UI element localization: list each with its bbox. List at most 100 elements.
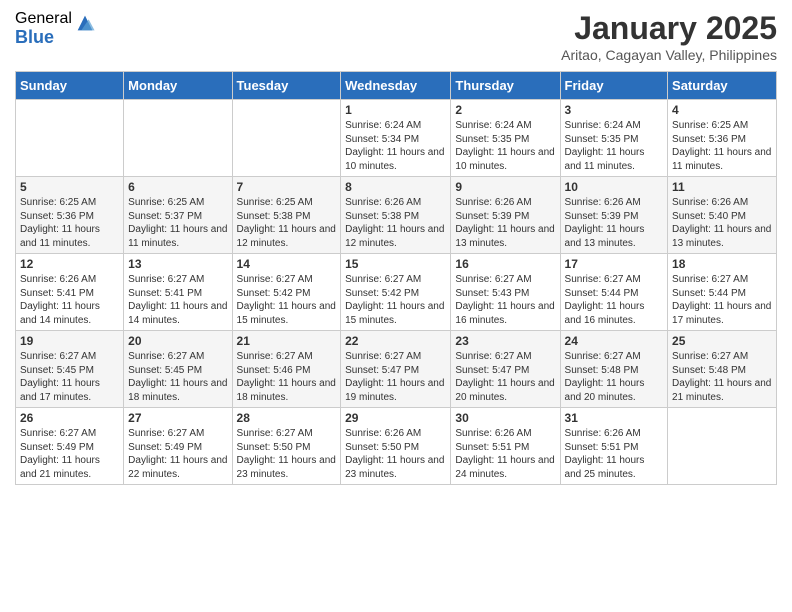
day-info: Sunrise: 6:26 AMSunset: 5:39 PMDaylight:… — [455, 196, 555, 250]
day-info: Sunrise: 6:25 AMSunset: 5:38 PMDaylight:… — [237, 196, 337, 250]
calendar-week-row: 12 Sunrise: 6:26 AMSunset: 5:41 PMDayligh… — [16, 254, 777, 331]
calendar-cell: 22Sunrise: 6:27 AMSunset: 5:47 PMDayligh… — [341, 331, 451, 408]
logo-blue: Blue — [15, 28, 72, 48]
day-info: Sunrise: 6:27 AMSunset: 5:49 PMDaylight:… — [128, 427, 227, 481]
day-number: 1 — [345, 103, 446, 117]
weekday-header: Friday — [560, 72, 668, 100]
day-number: 13 — [128, 257, 227, 271]
day-number: 9 — [455, 180, 555, 194]
day-info: Sunrise: 6:27 AMSunset: 5:47 PMDaylight:… — [455, 350, 555, 404]
weekday-header: Thursday — [451, 72, 560, 100]
day-number: 20 — [128, 334, 227, 348]
calendar-cell — [124, 100, 232, 177]
calendar-cell: 29 Sunrise: 6:26 AMSunset: 5:50 PMDayligh… — [341, 408, 451, 485]
calendar-week-row: 5 Sunrise: 6:25 AMSunset: 5:36 PMDaylight… — [16, 177, 777, 254]
day-number: 6 — [128, 180, 227, 194]
calendar-cell: 7 Sunrise: 6:25 AMSunset: 5:38 PMDaylight… — [232, 177, 341, 254]
calendar-cell: 24Sunrise: 6:27 AMSunset: 5:48 PMDayligh… — [560, 331, 668, 408]
day-info: Sunrise: 6:26 AMSunset: 5:39 PMDaylight:… — [565, 196, 664, 250]
day-number: 29 — [345, 411, 446, 425]
day-info: Sunrise: 6:27 AMSunset: 5:41 PMDaylight:… — [128, 273, 227, 327]
calendar-cell — [668, 408, 777, 485]
day-number: 31 — [565, 411, 664, 425]
logo: General Blue — [15, 10, 96, 47]
day-info: Sunrise: 6:27 AMSunset: 5:45 PMDaylight:… — [128, 350, 227, 404]
calendar-cell: 20 Sunrise: 6:27 AMSunset: 5:45 PMDayligh… — [124, 331, 232, 408]
weekday-header: Tuesday — [232, 72, 341, 100]
calendar-week-row: 26 Sunrise: 6:27 AMSunset: 5:49 PMDayligh… — [16, 408, 777, 485]
day-info: Sunrise: 6:25 AMSunset: 5:36 PMDaylight:… — [20, 196, 119, 250]
calendar-cell: 31Sunrise: 6:26 AMSunset: 5:51 PMDayligh… — [560, 408, 668, 485]
day-info: Sunrise: 6:25 AMSunset: 5:37 PMDaylight:… — [128, 196, 227, 250]
calendar-cell: 5 Sunrise: 6:25 AMSunset: 5:36 PMDaylight… — [16, 177, 124, 254]
day-info: Sunrise: 6:27 AMSunset: 5:43 PMDaylight:… — [455, 273, 555, 327]
logo-general: General — [15, 10, 72, 28]
page-header: General Blue January 2025 Aritao, Cagaya… — [15, 10, 777, 63]
day-info: Sunrise: 6:26 AMSunset: 5:40 PMDaylight:… — [672, 196, 772, 250]
calendar-cell: 14 Sunrise: 6:27 AMSunset: 5:42 PMDayligh… — [232, 254, 341, 331]
day-number: 3 — [565, 103, 664, 117]
day-number: 4 — [672, 103, 772, 117]
day-number: 17 — [565, 257, 664, 271]
day-number: 19 — [20, 334, 119, 348]
day-info: Sunrise: 6:24 AMSunset: 5:35 PMDaylight:… — [455, 119, 555, 173]
day-number: 5 — [20, 180, 119, 194]
calendar-cell: 13 Sunrise: 6:27 AMSunset: 5:41 PMDayligh… — [124, 254, 232, 331]
calendar-cell: 2 Sunrise: 6:24 AMSunset: 5:35 PMDaylight… — [451, 100, 560, 177]
calendar-cell: 4Sunrise: 6:25 AMSunset: 5:36 PMDaylight… — [668, 100, 777, 177]
day-number: 30 — [455, 411, 555, 425]
day-info: Sunrise: 6:27 AMSunset: 5:42 PMDaylight:… — [237, 273, 337, 327]
calendar-cell: 26 Sunrise: 6:27 AMSunset: 5:49 PMDayligh… — [16, 408, 124, 485]
calendar-week-row: 19 Sunrise: 6:27 AMSunset: 5:45 PMDayligh… — [16, 331, 777, 408]
day-number: 11 — [672, 180, 772, 194]
weekday-header: Monday — [124, 72, 232, 100]
calendar-cell: 23Sunrise: 6:27 AMSunset: 5:47 PMDayligh… — [451, 331, 560, 408]
day-number: 8 — [345, 180, 446, 194]
day-info: Sunrise: 6:27 AMSunset: 5:48 PMDaylight:… — [672, 350, 772, 404]
day-info: Sunrise: 6:27 AMSunset: 5:50 PMDaylight:… — [237, 427, 337, 481]
calendar-cell: 8 Sunrise: 6:26 AMSunset: 5:38 PMDaylight… — [341, 177, 451, 254]
day-info: Sunrise: 6:27 AMSunset: 5:48 PMDaylight:… — [565, 350, 664, 404]
day-number: 27 — [128, 411, 227, 425]
day-info: Sunrise: 6:26 AMSunset: 5:38 PMDaylight:… — [345, 196, 446, 250]
weekday-header: Wednesday — [341, 72, 451, 100]
calendar-cell: 1Sunrise: 6:24 AMSunset: 5:34 PMDaylight… — [341, 100, 451, 177]
calendar-cell: 10 Sunrise: 6:26 AMSunset: 5:39 PMDayligh… — [560, 177, 668, 254]
day-number: 10 — [565, 180, 664, 194]
day-number: 28 — [237, 411, 337, 425]
calendar-cell — [16, 100, 124, 177]
calendar-cell: 11 Sunrise: 6:26 AMSunset: 5:40 PMDayligh… — [668, 177, 777, 254]
calendar-cell: 18 Sunrise: 6:27 AMSunset: 5:44 PMDayligh… — [668, 254, 777, 331]
day-info: Sunrise: 6:27 AMSunset: 5:49 PMDaylight:… — [20, 427, 119, 481]
day-info: Sunrise: 6:26 AMSunset: 5:50 PMDaylight:… — [345, 427, 446, 481]
day-info: Sunrise: 6:27 AMSunset: 5:44 PMDaylight:… — [565, 273, 664, 327]
day-number: 25 — [672, 334, 772, 348]
calendar-table: SundayMondayTuesdayWednesdayThursdayFrid… — [15, 71, 777, 485]
day-number: 16 — [455, 257, 555, 271]
day-number: 14 — [237, 257, 337, 271]
day-info: Sunrise: 6:24 AMSunset: 5:35 PMDaylight:… — [565, 119, 664, 173]
calendar-header-row: SundayMondayTuesdayWednesdayThursdayFrid… — [16, 72, 777, 100]
calendar-cell — [232, 100, 341, 177]
day-number: 12 — [20, 257, 119, 271]
month-title: January 2025 — [561, 10, 777, 47]
day-info: Sunrise: 6:26 AMSunset: 5:51 PMDaylight:… — [455, 427, 555, 481]
location: Aritao, Cagayan Valley, Philippines — [561, 47, 777, 63]
calendar-cell: 15Sunrise: 6:27 AMSunset: 5:42 PMDayligh… — [341, 254, 451, 331]
calendar-cell: 27 Sunrise: 6:27 AMSunset: 5:49 PMDayligh… — [124, 408, 232, 485]
calendar-cell: 3 Sunrise: 6:24 AMSunset: 5:35 PMDaylight… — [560, 100, 668, 177]
calendar-week-row: 1Sunrise: 6:24 AMSunset: 5:34 PMDaylight… — [16, 100, 777, 177]
logo-icon — [74, 12, 96, 34]
day-info: Sunrise: 6:27 AMSunset: 5:44 PMDaylight:… — [672, 273, 772, 327]
calendar-cell: 19 Sunrise: 6:27 AMSunset: 5:45 PMDayligh… — [16, 331, 124, 408]
calendar-cell: 12 Sunrise: 6:26 AMSunset: 5:41 PMDayligh… — [16, 254, 124, 331]
day-info: Sunrise: 6:27 AMSunset: 5:45 PMDaylight:… — [20, 350, 119, 404]
day-number: 2 — [455, 103, 555, 117]
calendar-cell: 30 Sunrise: 6:26 AMSunset: 5:51 PMDayligh… — [451, 408, 560, 485]
calendar-cell: 9 Sunrise: 6:26 AMSunset: 5:39 PMDaylight… — [451, 177, 560, 254]
day-number: 7 — [237, 180, 337, 194]
day-info: Sunrise: 6:27 AMSunset: 5:42 PMDaylight:… — [345, 273, 446, 327]
day-number: 18 — [672, 257, 772, 271]
day-info: Sunrise: 6:26 AMSunset: 5:41 PMDaylight:… — [20, 273, 119, 327]
day-number: 26 — [20, 411, 119, 425]
